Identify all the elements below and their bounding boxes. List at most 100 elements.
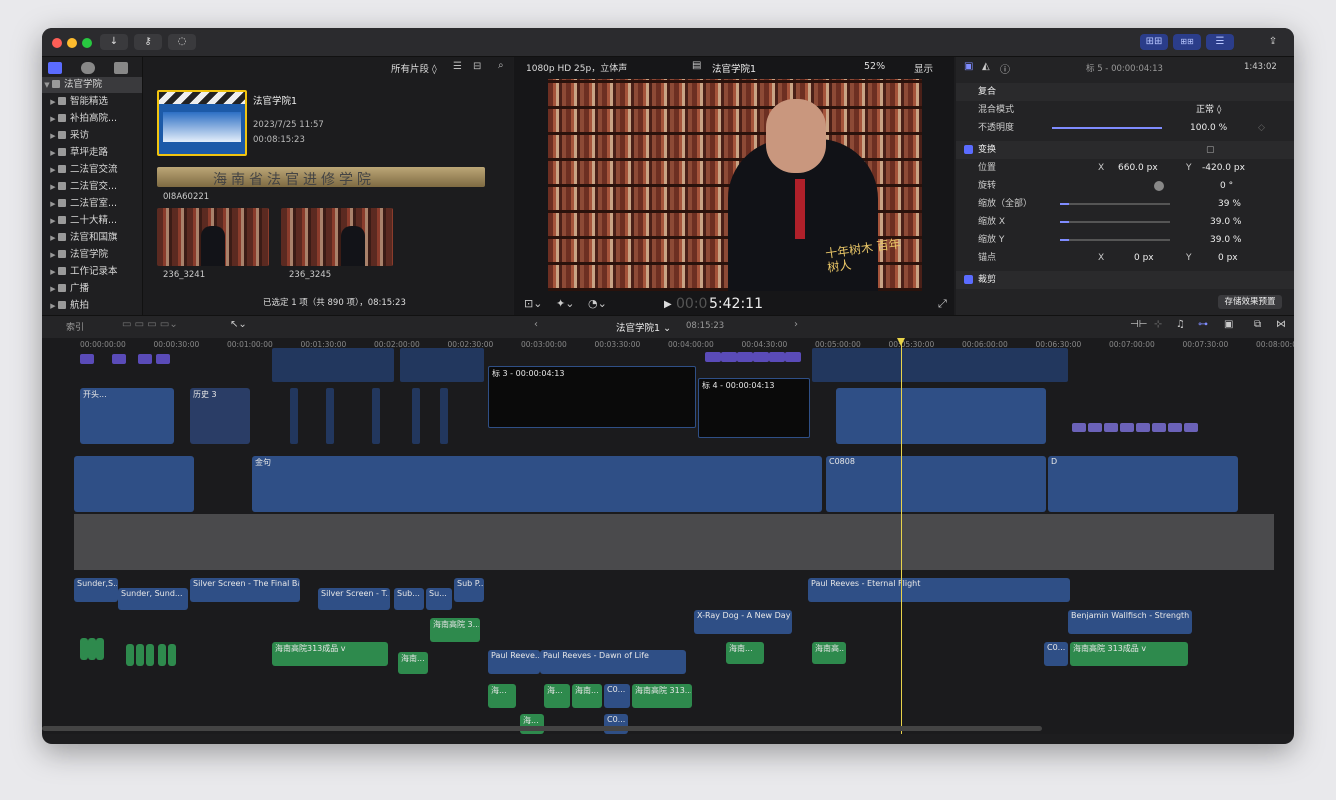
audio-clip[interactable]: C0...	[1044, 642, 1068, 666]
disclosure-closed-icon[interactable]: ▶	[48, 111, 58, 127]
timeline-ruler[interactable]: 00:00:00:00 00:00:30:00 00:01:00:00 00:01:3…	[42, 338, 1294, 350]
forward-arrow-icon[interactable]: ›	[794, 319, 798, 330]
audio-clip[interactable]: 海...	[544, 684, 570, 708]
music-clip[interactable]: Sunder, Sund...	[118, 588, 188, 610]
display-dropdown[interactable]: 显示	[914, 61, 933, 75]
video-clip[interactable]	[836, 388, 1046, 444]
color-inspector-icon[interactable]: ◭	[982, 61, 990, 72]
audio-clip[interactable]: 海南高院 313成品 v	[1070, 642, 1188, 666]
headphones-icon[interactable]: ♫	[1176, 319, 1185, 330]
list-view-icon[interactable]: ☰	[453, 61, 462, 72]
crop-section-header[interactable]: 裁剪	[956, 271, 1294, 289]
timeline-view-button[interactable]: ⊞⊞	[1173, 34, 1201, 50]
marker-clip[interactable]	[1120, 423, 1134, 432]
video-clip[interactable]	[412, 388, 420, 444]
clip-appearance-icon[interactable]: ▣	[1224, 319, 1233, 330]
video-inspector-icon[interactable]: ▣	[964, 61, 973, 72]
rotation-dial[interactable]	[1154, 181, 1164, 191]
audio-clip[interactable]: 海...	[520, 714, 544, 734]
music-clip[interactable]: Silver Screen - T...	[318, 588, 390, 610]
audio-clip[interactable]: 海...	[488, 684, 516, 708]
blend-mode-select[interactable]: 正常 ◊	[1196, 101, 1221, 119]
marker-clip[interactable]	[138, 354, 152, 364]
audio-clip[interactable]	[146, 644, 154, 666]
banner-clip[interactable]: 海南省法官进修学院	[157, 167, 485, 188]
audio-clip[interactable]: C0...	[604, 714, 628, 734]
video-clip[interactable]: 开头...	[80, 388, 174, 444]
audio-clip[interactable]: 海南...	[572, 684, 602, 708]
marker-clip[interactable]	[156, 354, 170, 364]
enhance-tool-icon[interactable]: ✦⌄	[556, 297, 574, 310]
music-clip[interactable]: Silver Screen - The Final Bat...	[190, 578, 300, 602]
clip-thumbnail-2[interactable]	[281, 208, 393, 266]
music-clip[interactable]: Sunder,S...	[74, 578, 118, 602]
disclosure-closed-icon[interactable]: ▶	[48, 196, 58, 212]
edit-buttons-icon[interactable]: ▭ ▭ ▭ ▭⌄	[122, 319, 178, 330]
disclosure-closed-icon[interactable]: ▶	[48, 179, 58, 195]
library-item[interactable]: ▶ 二法官交...	[42, 179, 148, 195]
marker-clip[interactable]	[705, 352, 721, 362]
marker-clip[interactable]	[1184, 423, 1198, 432]
anchor-y-field[interactable]: 0 px	[1218, 249, 1238, 267]
crop-checkbox[interactable]	[964, 275, 973, 284]
video-clip[interactable]	[74, 456, 194, 512]
background-tasks-button[interactable]: ◌	[168, 34, 196, 50]
video-clip[interactable]	[372, 388, 380, 444]
library-item[interactable]: ▶ 二法官室...	[42, 196, 148, 212]
transform-section-header[interactable]: 变换 ▢	[956, 141, 1294, 159]
zoom-dropdown[interactable]: 52%	[864, 61, 885, 72]
title-clip[interactable]: 标 4 - 00:00:04:13	[698, 378, 810, 438]
audio-clip[interactable]: 海南高院313成品 v	[272, 642, 388, 666]
skimming-icon[interactable]: ⊹	[1154, 319, 1162, 330]
playhead[interactable]	[901, 338, 902, 734]
library-item[interactable]: ▶ 智能精选	[42, 94, 148, 110]
music-clip[interactable]: Paul Reeve...	[488, 650, 540, 674]
scale-y-slider[interactable]	[1060, 239, 1170, 241]
marker-clip[interactable]	[112, 354, 126, 364]
snapping-icon[interactable]: ⊶	[1198, 319, 1208, 330]
marker-clip[interactable]	[785, 352, 801, 362]
video-clip[interactable]	[440, 388, 448, 444]
scale-x-field[interactable]: 39.0 %	[1210, 213, 1241, 231]
marker-clip[interactable]	[1072, 423, 1086, 432]
connected-clip[interactable]	[272, 348, 394, 382]
library-item[interactable]: ▶ 工作记录本	[42, 264, 148, 280]
music-clip[interactable]: Benjamin Wallfisch - Strength of...	[1068, 610, 1192, 634]
rotation-field[interactable]: 0 °	[1220, 177, 1233, 195]
timeline-scrollbar[interactable]	[42, 726, 1042, 731]
disclosure-closed-icon[interactable]: ▶	[48, 281, 58, 297]
position-x-field[interactable]: 660.0 px	[1118, 159, 1158, 177]
project-thumbnail[interactable]	[157, 90, 247, 156]
scale-y-field[interactable]: 39.0 %	[1210, 231, 1241, 249]
scale-all-field[interactable]: 39 %	[1218, 195, 1241, 213]
music-clip[interactable]: Sub...	[394, 588, 424, 610]
disclosure-closed-icon[interactable]: ▶	[48, 264, 58, 280]
library-item[interactable]: ▶ 法官和国旗	[42, 230, 148, 246]
select-tool-icon[interactable]: ↖⌄	[230, 319, 247, 330]
library-item[interactable]: ▶ 补拍高院...	[42, 111, 148, 127]
index-button[interactable]: 索引	[66, 320, 84, 333]
marker-clip[interactable]	[769, 352, 785, 362]
fullscreen-icon[interactable]: ⤢	[938, 297, 947, 311]
search-icon[interactable]: ⌕	[498, 60, 504, 71]
music-clip[interactable]: Sub P...	[454, 578, 484, 602]
video-clip[interactable]: C0808	[826, 456, 1046, 512]
audio-clip[interactable]: 海南高院 313...	[632, 684, 692, 708]
play-button[interactable]: ▶	[664, 299, 672, 310]
audio-clip[interactable]	[80, 638, 88, 660]
library-item[interactable]: ▶ 法官学院	[42, 247, 148, 263]
marker-clip[interactable]	[80, 354, 94, 364]
audio-clip[interactable]	[88, 638, 96, 660]
library-item[interactable]: ▶ 草坪走路	[42, 145, 148, 161]
clip-thumbnail-1[interactable]	[157, 208, 269, 266]
library-item[interactable]: ▶ 广播	[42, 281, 148, 297]
library-item[interactable]: ▶ 二十大精...	[42, 213, 148, 229]
marker-clip[interactable]	[1168, 423, 1182, 432]
video-clip[interactable]: D	[1048, 456, 1238, 512]
video-clip[interactable]: 金句	[252, 456, 822, 512]
composite-section-header[interactable]: 复合	[956, 83, 1294, 101]
video-clip[interactable]	[326, 388, 334, 444]
position-y-field[interactable]: -420.0 px	[1202, 159, 1245, 177]
audio-clip[interactable]	[136, 644, 144, 666]
share-button[interactable]: ⇪	[1262, 34, 1284, 50]
